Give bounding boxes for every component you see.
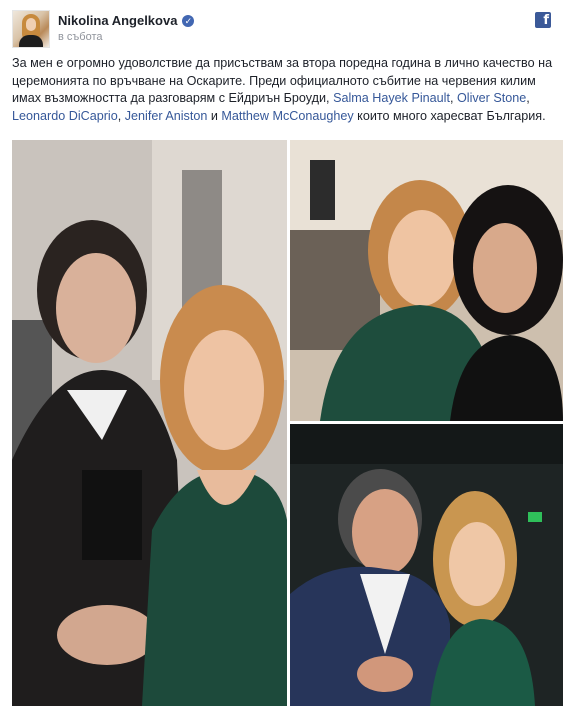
mention-link[interactable]: Matthew McConaughey — [221, 109, 353, 123]
post-timestamp[interactable]: в събота — [58, 31, 102, 43]
mention-link[interactable]: Jenifer Aniston — [125, 109, 208, 123]
author-name[interactable]: Nikolina Angelkova — [58, 13, 177, 28]
facebook-post: Nikolina Angelkova ✓ в събота f За мен е… — [0, 0, 567, 706]
photo-grid — [12, 140, 563, 706]
verified-badge-icon: ✓ — [182, 14, 195, 27]
timestamp-text[interactable]: в събота — [58, 31, 102, 43]
photo-adrien-brody[interactable] — [12, 140, 287, 706]
photo-oliver-stone[interactable] — [290, 424, 563, 706]
photo-2-illustration — [290, 140, 563, 421]
photo-1-illustration — [12, 140, 287, 706]
author-line: Nikolina Angelkova ✓ — [58, 13, 195, 28]
photo-3-illustration — [290, 424, 563, 706]
avatar[interactable] — [12, 10, 50, 48]
mention-link[interactable]: Leonardo DiCaprio — [12, 109, 118, 123]
post-text-outro: които много харесват България. — [353, 108, 546, 123]
mention-link[interactable]: Salma Hayek Pinault — [333, 91, 450, 105]
facebook-icon[interactable]: f — [535, 12, 551, 28]
mention-link[interactable]: Oliver Stone — [457, 91, 526, 105]
post-text: За мен е огромно удоволствие да присъств… — [12, 56, 553, 123]
post-header: Nikolina Angelkova ✓ в събота f — [12, 10, 555, 50]
photo-salma-hayek[interactable] — [290, 140, 563, 421]
